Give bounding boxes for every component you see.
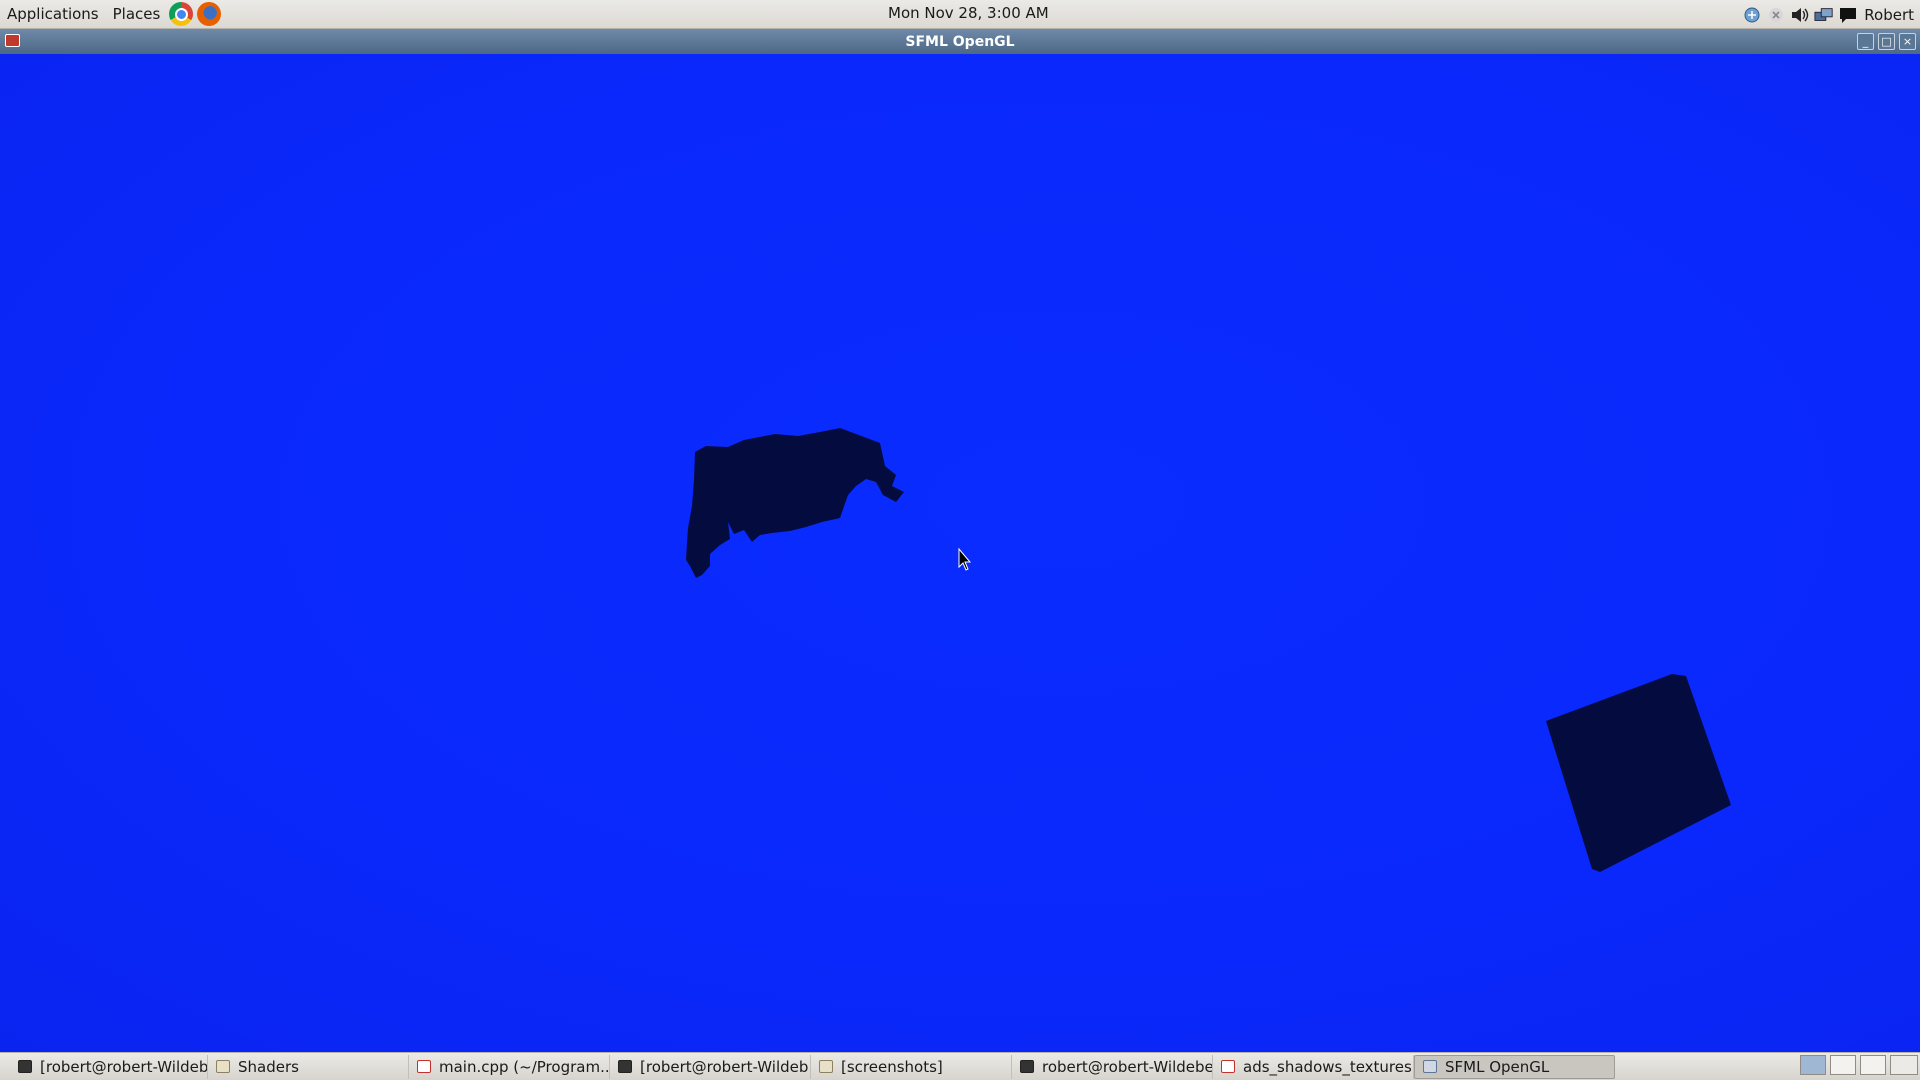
chrome-icon[interactable] [169,2,194,26]
folder-icon [819,1060,833,1073]
terminal-icon [618,1060,632,1073]
task-button[interactable]: [robert@robert-Wildeb... [10,1054,208,1079]
window-title: SFML OpenGL [905,33,1015,50]
opengl-viewport[interactable] [0,54,1920,1052]
task-button[interactable]: robert@robert-Wildebe... [1012,1054,1213,1079]
task-button[interactable]: Shaders [208,1054,409,1079]
scene-render [686,428,1731,872]
workspace-1[interactable] [1800,1055,1826,1075]
task-label: main.cpp (~/Program... [439,1057,610,1076]
workspace-2[interactable] [1830,1055,1856,1075]
close-tray-icon[interactable] [1766,5,1786,25]
window-icon [1423,1060,1437,1073]
top-panel: Applications Places Mon Nov 28, 3:00 AM … [0,0,1920,29]
chat-icon[interactable] [1838,5,1858,25]
maximize-icon[interactable]: □ [1878,33,1895,50]
task-label: Shaders [238,1057,299,1076]
task-label: ads_shadows_textures... [1243,1057,1414,1076]
task-label: [screenshots] [841,1057,943,1076]
rendered-mesh-shape [686,428,904,578]
task-button[interactable]: main.cpp (~/Program... [409,1054,610,1079]
window-menu-icon[interactable] [5,34,20,47]
system-tray: Robert [1742,0,1920,29]
taskbar: [robert@robert-Wildeb... Shaders main.cp… [0,1052,1920,1080]
task-label: [robert@robert-Wildeb... [640,1057,811,1076]
task-label: SFML OpenGL [1445,1057,1550,1076]
display-icon[interactable] [1814,5,1834,25]
close-icon[interactable]: × [1899,33,1916,50]
volume-icon[interactable] [1790,5,1810,25]
task-button[interactable]: ads_shadows_textures... [1213,1054,1414,1079]
task-button-active[interactable]: SFML OpenGL [1414,1054,1615,1079]
task-label: [robert@robert-Wildeb... [40,1057,208,1076]
clock[interactable]: Mon Nov 28, 3:00 AM [888,0,1049,26]
minimize-icon[interactable]: _ [1857,33,1874,50]
firefox-icon[interactable] [197,2,222,26]
places-menu[interactable]: Places [106,0,168,29]
terminal-icon [18,1060,32,1073]
show-desktop-button[interactable] [1890,1055,1918,1075]
workspace-3[interactable] [1860,1055,1886,1075]
task-button[interactable]: [robert@robert-Wildeb... [610,1054,811,1079]
text-editor-icon [417,1060,431,1073]
window-controls: _ □ × [1857,33,1916,50]
rendered-cube-shape [1546,674,1731,872]
folder-icon [216,1060,230,1073]
workspace-switcher [1800,1055,1918,1075]
task-button[interactable]: [screenshots] [811,1054,1012,1079]
network-icon[interactable] [1742,5,1762,25]
mouse-cursor-icon [958,547,972,571]
terminal-icon [1020,1060,1034,1073]
task-label: robert@robert-Wildebe... [1042,1057,1213,1076]
text-editor-icon [1221,1060,1235,1073]
window-title-bar[interactable]: SFML OpenGL _ □ × [0,29,1920,54]
applications-menu[interactable]: Applications [0,0,106,29]
user-menu[interactable]: Robert [1864,6,1914,24]
